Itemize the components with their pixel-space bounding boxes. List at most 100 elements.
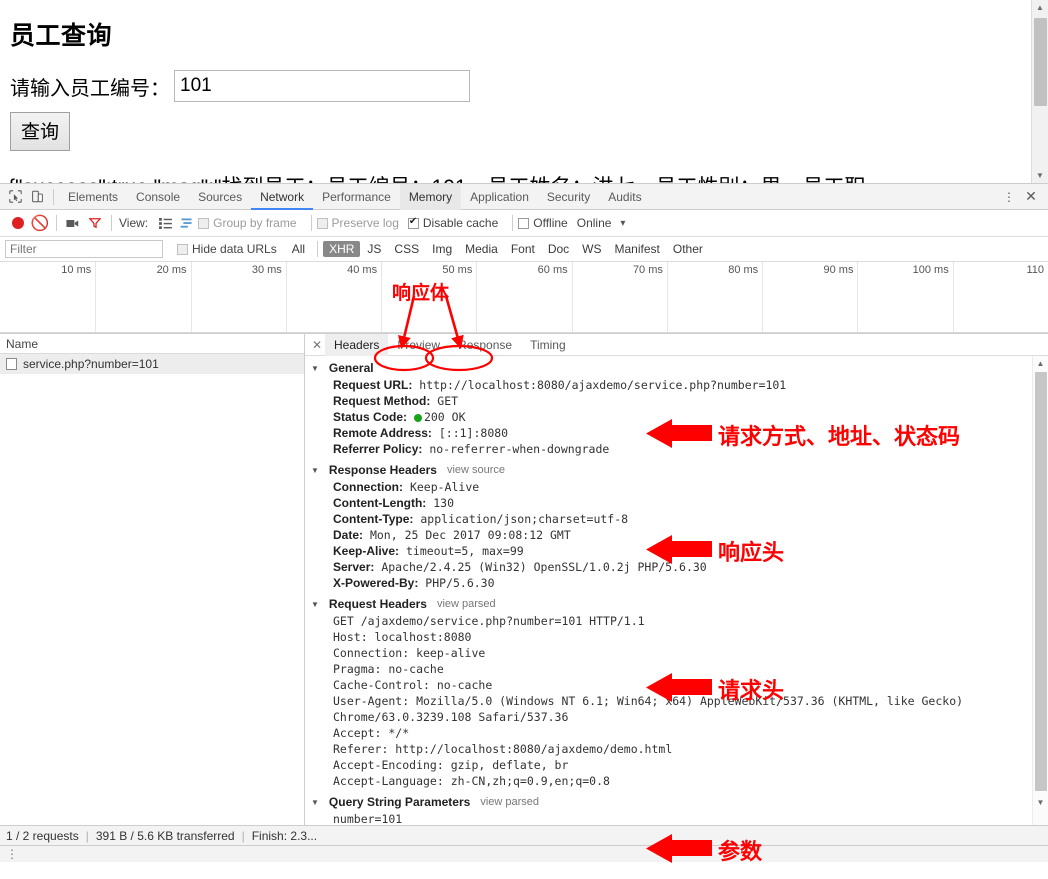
timeline-tick-label: 20 ms <box>156 264 187 276</box>
record-button[interactable] <box>7 212 29 234</box>
view-list-icon[interactable] <box>154 212 176 234</box>
online-throttling-select[interactable]: Online <box>577 216 612 230</box>
scroll-up-arrow-icon[interactable]: ▲ <box>1032 0 1048 15</box>
group-by-frame-toggle[interactable]: Group by frame <box>198 216 297 230</box>
disable-cache-checkbox[interactable] <box>407 215 419 229</box>
filter-type-css[interactable]: CSS <box>388 241 425 257</box>
timeline-tick-label: 90 ms <box>823 264 854 276</box>
raw-header-line: Connection: keep-alive <box>333 646 486 660</box>
section-general-header[interactable]: ▼ General <box>305 361 1048 375</box>
browser-page-content: 员工查询 请输入员工编号： 查询 {"success":true,"msg":"… <box>0 0 1048 183</box>
timeline-tick-label: 80 ms <box>728 264 759 276</box>
group-by-frame-checkbox[interactable] <box>198 217 210 229</box>
tab-response[interactable]: Response <box>449 334 521 356</box>
timeline-divider <box>666 262 668 333</box>
inspect-element-icon[interactable] <box>4 186 26 208</box>
scroll-down-arrow-icon[interactable]: ▼ <box>1033 795 1048 809</box>
detail-vertical-scrollbar[interactable]: ▲ ▼ <box>1032 356 1048 825</box>
view-parsed-link[interactable]: view parsed <box>437 598 496 610</box>
table-row[interactable]: service.php?number=101 <box>0 354 304 374</box>
filter-type-js[interactable]: JS <box>361 241 387 257</box>
tab-security[interactable]: Security <box>538 184 599 210</box>
chevron-down-icon[interactable]: ▼ <box>311 466 319 475</box>
tab-network[interactable]: Network <box>251 184 314 210</box>
hide-data-urls-checkbox[interactable] <box>177 243 188 255</box>
more-options-icon[interactable]: ⋮ <box>998 186 1020 208</box>
preserve-log-toggle[interactable]: Preserve log <box>316 216 399 230</box>
header-value: Mon, 25 Dec 2017 09:08:12 GMT <box>369 528 571 542</box>
timeline-divider <box>952 262 954 333</box>
network-status-bar: 1 / 2 requests | 391 B / 5.6 KB transfer… <box>0 825 1048 845</box>
filter-type-doc[interactable]: Doc <box>542 241 575 257</box>
filter-type-xhr[interactable]: XHR <box>323 241 361 257</box>
header-row: Date: Mon, 25 Dec 2017 09:08:12 GMT <box>305 527 1048 543</box>
filter-input[interactable] <box>5 240 163 258</box>
section-query-params-header[interactable]: ▼ Query String Parameters view parsed <box>305 795 1048 809</box>
tab-application[interactable]: Application <box>461 184 538 210</box>
chevron-down-icon[interactable]: ▼ <box>311 600 319 609</box>
chevron-down-icon[interactable]: ▼ <box>311 364 319 373</box>
detail-scrollbar-thumb[interactable] <box>1035 372 1047 791</box>
tab-console[interactable]: Console <box>127 184 189 210</box>
tab-audits[interactable]: Audits <box>599 184 650 210</box>
disable-cache-toggle[interactable]: Disable cache <box>407 215 498 230</box>
offline-checkbox[interactable] <box>518 217 530 229</box>
network-timeline-overview[interactable]: 10 ms 20 ms 30 ms 40 ms 50 ms 60 ms 70 ms 80 ms… <box>0 262 1048 334</box>
status-transferred: 391 B / 5.6 KB transferred <box>95 828 235 843</box>
json-response-output: {"success":true,"msg":"找到员工：员工编号：101，员工姓… <box>8 171 1030 183</box>
timeline-tick-label: 100 ms <box>912 264 949 276</box>
filter-icon[interactable] <box>84 212 106 234</box>
filter-type-all[interactable]: All <box>286 241 311 257</box>
preserve-log-checkbox[interactable] <box>316 217 328 229</box>
filter-type-img[interactable]: Img <box>426 241 458 257</box>
scroll-down-arrow-icon[interactable]: ▼ <box>1032 168 1048 183</box>
tab-preview[interactable]: Preview <box>388 334 449 356</box>
clear-button[interactable]: 🚫 <box>29 212 51 234</box>
filter-type-media[interactable]: Media <box>459 241 504 257</box>
scroll-up-arrow-icon[interactable]: ▲ <box>1033 356 1048 370</box>
chevron-down-icon[interactable]: ▼ <box>311 798 319 807</box>
header-row: Status Code: 200 OK <box>305 409 1048 425</box>
tab-elements[interactable]: Elements <box>59 184 127 210</box>
capture-screenshots-icon[interactable] <box>62 212 84 234</box>
close-detail-icon[interactable]: ✕ <box>309 338 325 352</box>
page-scrollbar-thumb[interactable] <box>1034 18 1047 106</box>
throttling-dropdown-icon[interactable]: ▾ <box>620 218 625 229</box>
timeline-divider <box>285 262 287 333</box>
raw-header-line: Accept-Encoding: gzip, deflate, br <box>333 758 569 772</box>
filter-type-font[interactable]: Font <box>505 241 541 257</box>
view-source-link[interactable]: view source <box>447 464 505 476</box>
page-vertical-scrollbar[interactable]: ▲ ▼ <box>1031 0 1048 183</box>
device-toolbar-icon[interactable] <box>26 186 48 208</box>
tab-timing[interactable]: Timing <box>521 334 575 356</box>
view-parsed-link[interactable]: view parsed <box>480 796 539 808</box>
filter-type-other[interactable]: Other <box>667 241 709 257</box>
section-request-headers: ▼ Request Headers view parsed GET /ajaxd… <box>305 597 1048 789</box>
section-general-title: General <box>328 361 374 375</box>
header-value: Apache/2.4.25 (Win32) OpenSSL/1.0.2j PHP… <box>381 560 707 574</box>
header-key: Keep-Alive: <box>333 544 400 558</box>
header-row: Referrer Policy: no-referrer-when-downgr… <box>305 441 1048 457</box>
query-button[interactable]: 查询 <box>10 112 71 151</box>
offline-toggle[interactable]: Offline <box>518 216 568 230</box>
tab-sources[interactable]: Sources <box>189 184 251 210</box>
timeline-divider <box>762 262 764 333</box>
section-response-headers-header[interactable]: ▼ Response Headers view source <box>305 463 1048 477</box>
view-waterfall-icon[interactable] <box>176 212 198 234</box>
tab-memory[interactable]: Memory <box>399 183 462 210</box>
close-devtools-icon[interactable]: ✕ <box>1020 186 1042 208</box>
tab-performance[interactable]: Performance <box>313 184 400 210</box>
drawer-more-icon[interactable]: ⋮ <box>6 847 18 861</box>
status-separator: | <box>241 828 245 843</box>
filter-type-manifest[interactable]: Manifest <box>609 241 666 257</box>
tab-headers[interactable]: Headers <box>325 334 389 356</box>
filter-type-ws[interactable]: WS <box>576 241 607 257</box>
section-request-headers-header[interactable]: ▼ Request Headers view parsed <box>305 597 1048 611</box>
section-request-headers-title: Request Headers <box>328 597 427 611</box>
header-key: Connection: <box>333 480 403 494</box>
hide-data-urls-toggle[interactable]: Hide data URLs <box>177 242 277 256</box>
timeline-tick-label: 50 ms <box>442 264 473 276</box>
header-row: Server: Apache/2.4.25 (Win32) OpenSSL/1.… <box>305 559 1048 575</box>
employee-number-input[interactable] <box>174 70 470 102</box>
devtools-drawer-tabbar[interactable]: ⋮ <box>0 845 1048 862</box>
